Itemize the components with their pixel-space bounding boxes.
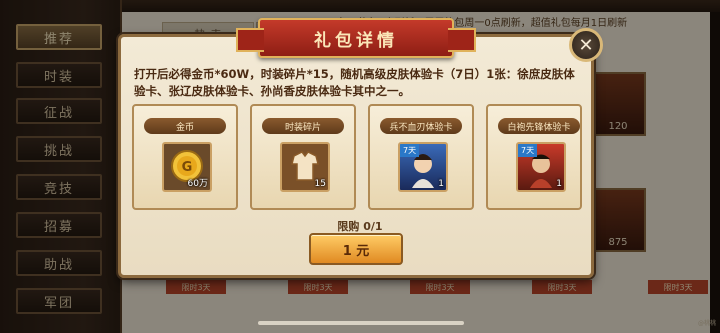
purchase-limit: 限购 0/1: [337, 220, 383, 233]
reward-card-gold[interactable]: 金币 G 60万: [132, 104, 238, 210]
close-icon: ✕: [578, 34, 594, 56]
gold-coin-icon: G 60万: [162, 142, 212, 192]
reward-count: 1: [556, 179, 562, 189]
reward-count: 1: [438, 179, 444, 189]
duration-tag: 7天: [518, 144, 538, 157]
skin-card-icon: 7天 1: [398, 142, 448, 192]
close-button[interactable]: ✕: [569, 28, 603, 62]
svg-text:G: G: [182, 160, 193, 175]
costume-shard-icon: 15: [280, 142, 330, 192]
reward-card-skin-trial-2[interactable]: 白袍先锋体验卡 7天 1: [486, 104, 582, 210]
reward-count: 15: [314, 179, 326, 189]
reward-name: 金币: [144, 118, 226, 134]
skin-card-icon: 7天 1: [516, 142, 566, 192]
buy-button[interactable]: 1 元: [309, 233, 403, 265]
reward-name: 白袍先锋体验卡: [498, 118, 580, 134]
reward-count: 60万: [187, 179, 208, 189]
reward-card-skin-trial-1[interactable]: 兵不血刃体验卡 7天 1: [368, 104, 474, 210]
reward-card-costume-shards[interactable]: 时装碎片 15: [250, 104, 356, 210]
home-indicator[interactable]: [258, 321, 464, 325]
reward-name: 时装碎片: [262, 118, 344, 134]
duration-tag: 7天: [400, 144, 420, 157]
dialog-title: 礼包详情: [236, 18, 476, 58]
reward-name: 兵不血刃体验卡: [380, 118, 462, 134]
dialog-description: 打开后必得金币*60W，时装碎片*15，随机高级皮肤体验卡（7日）1张：徐庶皮肤…: [134, 67, 575, 98]
